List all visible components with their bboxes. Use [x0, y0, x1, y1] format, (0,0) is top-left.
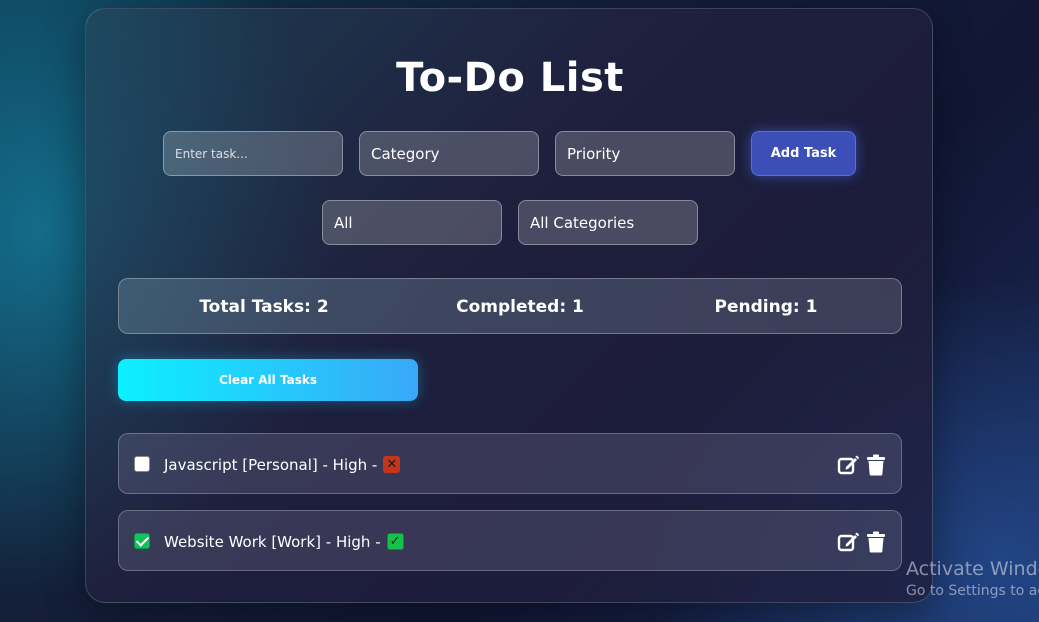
category-filter-select[interactable]: All Categories — [518, 200, 698, 245]
check-mark-icon: ✓ — [386, 533, 404, 550]
status-filter-select[interactable]: All — [322, 200, 502, 245]
task-label: Javascript [Personal] - High - — [164, 455, 378, 474]
add-task-button[interactable]: Add Task — [751, 131, 856, 176]
total-tasks-stat: Total Tasks: 2 — [199, 297, 329, 317]
cross-mark-icon: ✕ — [383, 456, 401, 473]
priority-select[interactable]: Priority — [555, 131, 735, 176]
edit-icon[interactable] — [837, 454, 859, 476]
category-select[interactable]: Category — [359, 131, 539, 176]
task-item: Javascript [Personal] - High - ✕ — [118, 433, 902, 494]
task-text: Javascript [Personal] - High - ✕ — [164, 434, 401, 495]
stats-bar: Total Tasks: 2 Completed: 1 Pending: 1 — [118, 278, 902, 334]
task-input[interactable]: Enter task... — [163, 131, 343, 176]
priority-select-label: Priority — [567, 144, 621, 163]
task-label: Website Work [Work] - High - — [164, 532, 381, 551]
edit-icon[interactable] — [837, 531, 859, 553]
completed-stat: Completed: 1 — [456, 297, 584, 317]
trash-icon[interactable] — [865, 531, 887, 553]
activation-watermark-subtitle: Go to Settings to act — [906, 583, 1039, 599]
task-item: Website Work [Work] - High - ✓ — [118, 510, 902, 571]
todo-card: To-Do List Enter task... Category Priori… — [85, 8, 933, 603]
task-checkbox[interactable] — [134, 456, 150, 472]
category-filter-value: All Categories — [530, 213, 635, 232]
activation-watermark-title: Activate Windo — [906, 558, 1039, 580]
pending-stat: Pending: 1 — [714, 297, 818, 317]
status-filter-value: All — [334, 213, 353, 232]
task-checkbox[interactable] — [134, 533, 150, 549]
trash-icon[interactable] — [865, 454, 887, 476]
task-input-placeholder: Enter task... — [175, 146, 248, 161]
clear-all-button[interactable]: Clear All Tasks — [118, 359, 418, 401]
task-text: Website Work [Work] - High - ✓ — [164, 511, 404, 572]
page-title: To-Do List — [396, 55, 624, 101]
category-select-label: Category — [371, 144, 440, 163]
